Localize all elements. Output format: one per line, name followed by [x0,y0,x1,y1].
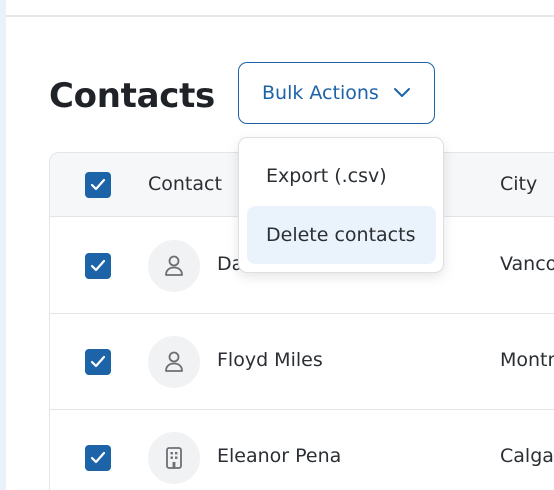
check-icon [90,259,106,272]
contact-name: Floyd Miles [217,349,323,371]
person-icon [165,351,183,372]
bulk-actions-label: Bulk Actions [262,82,379,104]
avatar [148,240,200,292]
page-title: Contacts [49,76,215,116]
top-divider [6,15,554,17]
avatar [148,432,200,484]
check-icon [90,451,106,464]
row-checkbox[interactable] [85,349,111,375]
chevron-down-icon [394,88,410,97]
table-row[interactable]: Floyd Miles Montr [50,314,554,410]
building-icon [166,447,182,469]
menu-item-export-csv[interactable]: Export (.csv) [247,147,436,205]
contact-name: Eleanor Pena [217,445,342,467]
row-checkbox[interactable] [85,445,111,471]
check-icon [90,355,106,368]
contact-city: Vanco [500,253,554,275]
column-header-city[interactable]: City [500,173,537,195]
person-icon [165,255,183,276]
menu-item-delete-contacts[interactable]: Delete contacts [247,206,436,264]
column-header-contact[interactable]: Contact [148,173,222,195]
avatar [148,336,200,388]
select-all-checkbox[interactable] [85,172,111,198]
contact-city: Montr [500,349,554,371]
left-rail [0,0,6,490]
bulk-actions-button[interactable]: Bulk Actions [238,62,435,124]
bulk-actions-menu: Export (.csv) Delete contacts [238,137,444,273]
row-checkbox[interactable] [85,253,111,279]
table-row[interactable]: Eleanor Pena Calgar [50,410,554,490]
contact-city: Calgar [500,445,554,467]
check-icon [90,178,106,191]
